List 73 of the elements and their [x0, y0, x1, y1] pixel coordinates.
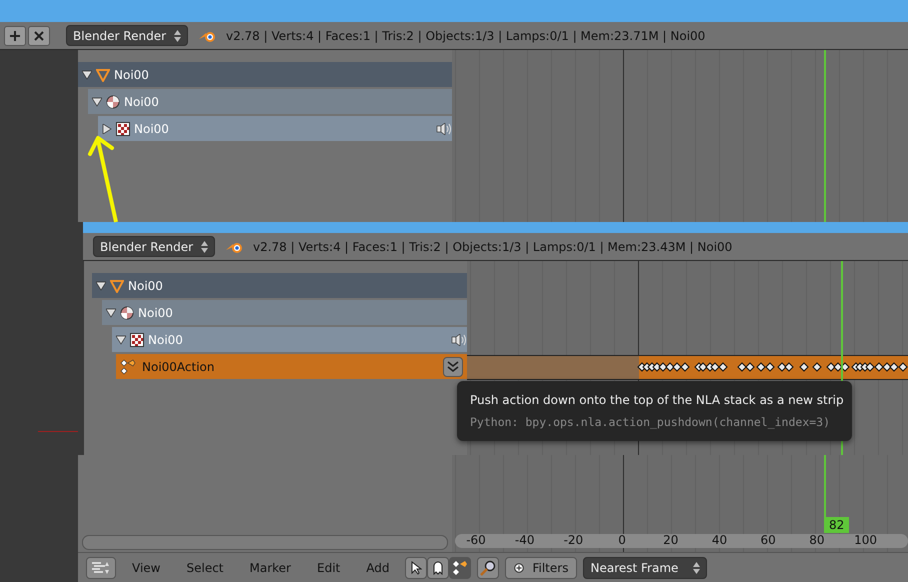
editor-type-button[interactable] — [86, 556, 116, 578]
ruler-label: 100 — [854, 533, 878, 547]
sphere-icon — [106, 94, 120, 108]
channel-name: Noi00 — [134, 122, 170, 136]
render-engine-dropdown[interactable]: Blender Render — [66, 25, 188, 46]
speaker-icon[interactable] — [436, 122, 452, 134]
updown-arrow-icon — [201, 240, 208, 252]
menu-item[interactable]: Add — [356, 560, 400, 574]
filters-button[interactable]: Filters — [505, 556, 578, 578]
channel-name: Noi00 — [138, 306, 174, 320]
render-engine-dropdown[interactable]: Blender Render — [93, 236, 215, 257]
channel-row[interactable]: Noi00 — [92, 273, 467, 298]
menu-item[interactable]: Marker — [240, 560, 301, 574]
add-button[interactable] — [4, 26, 26, 46]
checker-icon — [130, 332, 144, 346]
menu-item[interactable]: Edit — [307, 560, 350, 574]
updown-arrow-icon — [693, 562, 700, 574]
double-chevron-icon — [447, 360, 459, 372]
plus-circle-icon — [514, 562, 524, 572]
channel-name: Noi00 — [114, 68, 150, 82]
ghost-button[interactable] — [427, 556, 450, 578]
scene-stats: v2.78 | Verts:4 | Faces:1 | Tris:2 | Objects:1/3 | Lamps:0/1 | Mem:23.71M | Noi00 — [226, 28, 706, 42]
ruler-label: 20 — [663, 533, 678, 547]
keyframe-icon — [120, 358, 136, 374]
scrollbar[interactable] — [82, 535, 448, 550]
updown-arrow-icon — [174, 30, 181, 42]
push-down-button[interactable] — [443, 356, 463, 376]
menu-item[interactable]: Select — [176, 560, 234, 574]
ruler-label: 80 — [809, 533, 825, 547]
ruler-label: -40 — [514, 533, 534, 547]
select-tool-button[interactable] — [405, 556, 428, 578]
channel-row[interactable]: Noi00 — [98, 116, 452, 141]
collapse-triangle-icon[interactable] — [106, 308, 116, 318]
menu-item[interactable]: View — [122, 560, 170, 574]
sphere-icon — [120, 306, 134, 320]
collapse-triangle-icon[interactable] — [92, 96, 102, 106]
channel-row[interactable]: Noi00 — [102, 300, 467, 325]
ruler-label: 0 — [618, 533, 626, 547]
axis-line — [38, 431, 78, 432]
collapse-triangle-icon[interactable] — [116, 334, 126, 344]
close-icon — [33, 30, 45, 42]
ghost-icon — [432, 560, 444, 574]
action-name: Noi00Action — [142, 360, 215, 374]
plus-icon — [9, 30, 21, 42]
channel-name: Noi00 — [148, 332, 184, 346]
keyframe-icon — [452, 560, 468, 576]
channel-row[interactable]: Noi00 — [78, 62, 452, 87]
current-frame-label: 82 — [824, 517, 850, 533]
expand-triangle-icon[interactable] — [102, 124, 112, 134]
channel-row[interactable]: Noi00 — [112, 327, 467, 352]
ruler-label: 60 — [760, 533, 776, 547]
checker-icon — [116, 122, 130, 136]
collapse-triangle-icon[interactable] — [82, 70, 92, 80]
channel-name: Noi00 — [128, 278, 164, 292]
tooltip-python: Python: bpy.ops.nla.action_pushdown(channel_index=3) — [470, 415, 832, 429]
object-icon — [110, 278, 124, 292]
channel-name: Noi00 — [124, 94, 160, 108]
speaker-icon[interactable] — [451, 334, 467, 346]
collapse-triangle-icon[interactable] — [96, 280, 106, 290]
scene-stats: v2.78 | Verts:4 | Faces:1 | Tris:2 | Objects:1/3 | Lamps:0/1 | Mem:23.43M | Noi00 — [253, 240, 732, 254]
close-button[interactable] — [28, 26, 50, 46]
snap-dropdown[interactable]: Nearest Frame — [583, 556, 708, 578]
search-icon — [480, 560, 496, 576]
zoom-button[interactable] — [477, 556, 500, 578]
ruler-label: -60 — [466, 533, 486, 547]
menu-icon — [91, 560, 111, 574]
channel-row[interactable]: Noi00 — [88, 89, 452, 114]
ruler-label: -20 — [564, 533, 584, 547]
object-icon — [96, 68, 110, 82]
cursor-icon — [410, 560, 422, 574]
keyframe-button[interactable] — [449, 556, 472, 578]
ruler-label: 40 — [712, 533, 728, 547]
action-row[interactable]: Noi00Action — [116, 354, 467, 379]
